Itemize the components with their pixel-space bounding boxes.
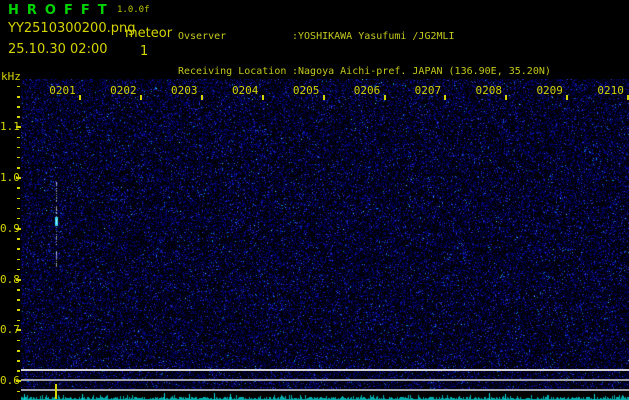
station-info-row: Ovserver :YOSHIKAWA Yasufumi /JG2MLI — [178, 31, 575, 43]
time-tick — [505, 95, 508, 100]
freq-minor-tick — [16, 350, 20, 352]
freq-minor-tick — [16, 299, 20, 301]
observation-mode: meteor — [125, 26, 173, 41]
time-tick — [383, 95, 386, 100]
time-tick — [261, 95, 264, 100]
freq-label: 1.0 — [0, 171, 20, 184]
freq-label: 0.7 — [0, 323, 20, 337]
freq-minor-tick — [16, 146, 20, 149]
freq-minor-tick — [16, 85, 20, 88]
time-label: 0201 — [49, 84, 76, 97]
freq-major-tick — [16, 177, 21, 180]
time-label: 0206 — [353, 84, 381, 97]
freq-minor-tick — [16, 258, 20, 261]
station-info-value: :Nagoya Aichi-pref. JAPAN (136.90E, 35.2… — [292, 65, 551, 77]
time-tick — [200, 95, 203, 100]
freq-minor-tick — [16, 309, 20, 311]
freq-minor-tick — [16, 167, 20, 169]
freq-major-tick — [16, 126, 21, 129]
freq-label: 0.8 — [0, 272, 20, 286]
freq-minor-tick — [16, 156, 20, 159]
freq-minor-tick — [16, 360, 20, 362]
freq-minor-tick — [16, 390, 20, 393]
freq-minor-tick — [16, 96, 20, 98]
hrofft-spectrogram-image: HROFFT 1.0.0f YY2510300200.png meteor 25… — [0, 0, 629, 400]
reference-line — [21, 369, 629, 371]
freq-major-tick — [16, 227, 21, 230]
freq-minor-tick — [16, 370, 20, 372]
time-tick — [322, 95, 325, 100]
app-version: 1.0.0f — [117, 5, 150, 15]
time-tick — [139, 95, 142, 100]
khz-unit-label: kHz — [1, 70, 21, 83]
freq-minor-tick — [16, 197, 20, 200]
freq-minor-tick — [16, 207, 20, 210]
freq-minor-tick — [16, 319, 20, 322]
time-tick — [566, 95, 569, 100]
time-tick — [79, 95, 81, 100]
time-tick — [444, 95, 447, 100]
freq-label: 1.1 — [0, 120, 20, 134]
output-filename: YY2510300200.png — [8, 21, 136, 36]
time-label: 0205 — [292, 84, 320, 97]
time-label: 0203 — [171, 84, 198, 97]
freq-minor-tick — [16, 136, 20, 139]
freq-major-tick — [16, 329, 21, 332]
signal-level-trace-canvas — [21, 390, 629, 400]
freq-minor-tick — [16, 248, 20, 250]
freq-minor-tick — [16, 187, 20, 189]
spectrogram-noise-canvas — [21, 79, 629, 390]
time-label: 0204 — [231, 84, 259, 97]
freq-minor-tick — [16, 268, 20, 271]
time-label: 0202 — [110, 84, 137, 97]
freq-major-tick — [16, 380, 21, 383]
station-info-label: Receiving Location — [178, 65, 287, 77]
freq-label: 0.9 — [0, 221, 20, 235]
station-info-value: :YOSHIKAWA Yasufumi /JG2MLI — [292, 31, 455, 42]
time-label: 0208 — [475, 84, 503, 97]
reference-line — [21, 379, 629, 381]
app-title: HROFFT — [8, 3, 115, 18]
freq-minor-tick — [16, 106, 20, 108]
level-spike-marker — [55, 384, 57, 399]
observation-datetime: 25.10.30 02:00 — [8, 42, 108, 57]
channel-count: 1 — [140, 44, 149, 59]
freq-minor-tick — [16, 238, 20, 240]
time-label: 0210 — [597, 84, 624, 97]
freq-label: 0.6 — [0, 374, 20, 388]
station-info-label: Ovserver — [178, 31, 227, 42]
freq-minor-tick — [16, 217, 20, 220]
station-info-row: Receiving Location :Nagoya Aichi-pref. JA… — [178, 66, 575, 78]
reference-line — [21, 389, 629, 391]
freq-minor-tick — [16, 339, 20, 342]
time-label: 0209 — [536, 84, 563, 97]
time-label: 0207 — [414, 84, 442, 97]
freq-minor-tick — [16, 289, 20, 291]
freq-major-tick — [16, 278, 21, 281]
freq-minor-tick — [16, 116, 20, 118]
